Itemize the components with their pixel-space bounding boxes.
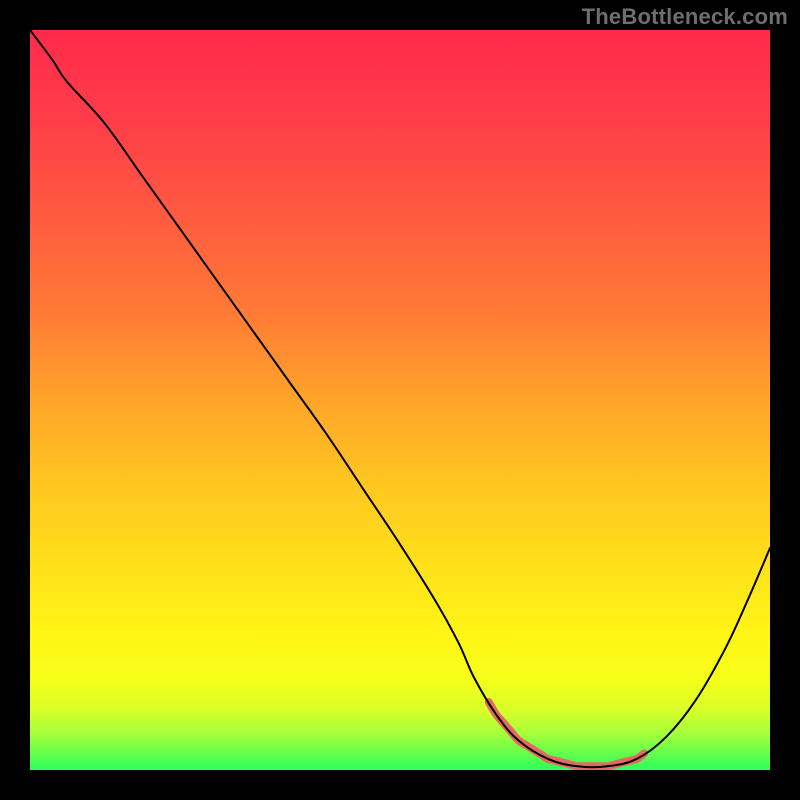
attribution-label: TheBottleneck.com [582, 4, 788, 30]
chart-frame: TheBottleneck.com [0, 0, 800, 800]
chart-svg [30, 30, 770, 770]
gradient-background [30, 30, 770, 770]
plot-area [30, 30, 770, 770]
